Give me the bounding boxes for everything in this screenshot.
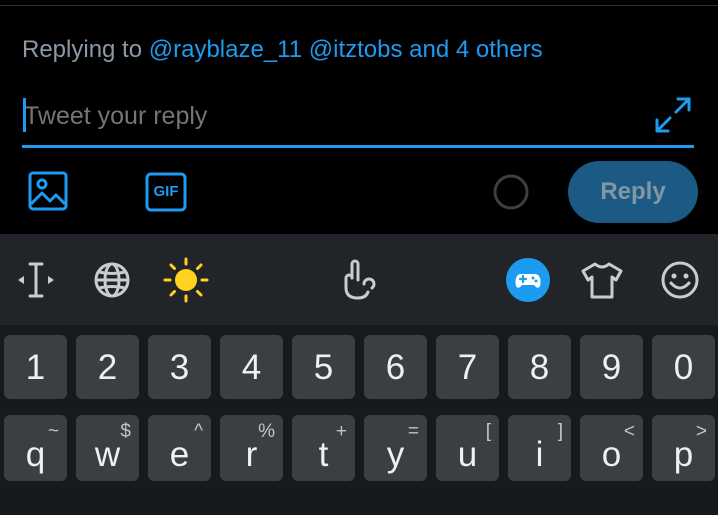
key-9[interactable]: 9 xyxy=(580,335,643,399)
tweet-reply-input[interactable] xyxy=(22,94,642,138)
key-i[interactable]: ] i xyxy=(508,415,571,481)
key-4[interactable]: 4 xyxy=(220,335,283,399)
key-label: 1 xyxy=(25,348,46,387)
expand-icon[interactable] xyxy=(654,96,692,134)
key-label: i xyxy=(535,435,544,474)
key-label: p xyxy=(673,435,694,474)
key-label: 8 xyxy=(529,348,550,387)
gesture-hand-icon[interactable] xyxy=(334,256,382,304)
input-underline xyxy=(22,145,694,148)
emoji-icon[interactable] xyxy=(656,256,704,304)
key-o[interactable]: < o xyxy=(580,415,643,481)
keyboard: 1 2 3 4 5 6 7 8 9 0 ~ q $ w ^ e % r + t = y [u… xyxy=(0,325,718,515)
key-label: t xyxy=(318,435,329,474)
gif-button[interactable]: GIF xyxy=(145,172,187,212)
key-y[interactable]: = y xyxy=(364,415,427,481)
key-label: 0 xyxy=(673,348,694,387)
key-3[interactable]: 3 xyxy=(148,335,211,399)
key-8[interactable]: 8 xyxy=(508,335,571,399)
divider xyxy=(0,5,718,6)
key-label: 2 xyxy=(97,348,118,387)
key-label: e xyxy=(169,435,190,474)
key-label: 9 xyxy=(601,348,622,387)
key-label: 6 xyxy=(385,348,406,387)
key-1[interactable]: 1 xyxy=(4,335,67,399)
keyboard-toolbar xyxy=(0,234,718,325)
key-label: y xyxy=(386,435,405,474)
key-6[interactable]: 6 xyxy=(364,335,427,399)
key-e[interactable]: ^ e xyxy=(148,415,211,481)
reply-compose-area: Replying to @rayblaze_11 @itztobs and 4 … xyxy=(0,0,718,234)
key-label: o xyxy=(601,435,622,474)
key-0[interactable]: 0 xyxy=(652,335,715,399)
key-p[interactable]: > p xyxy=(652,415,715,481)
tshirt-icon[interactable] xyxy=(578,256,626,304)
key-7[interactable]: 7 xyxy=(436,335,499,399)
key-label: q xyxy=(25,435,46,474)
replying-to-label: Replying to xyxy=(22,36,143,63)
mention-link-itztobs[interactable]: @itztobs xyxy=(309,36,403,63)
key-label: 7 xyxy=(457,348,478,387)
others-link[interactable]: and 4 others xyxy=(409,36,542,63)
key-w[interactable]: $ w xyxy=(76,415,139,481)
key-label: r xyxy=(245,435,258,474)
key-t[interactable]: + t xyxy=(292,415,355,481)
key-label: 4 xyxy=(241,348,262,387)
cursor-icon[interactable] xyxy=(12,256,60,304)
reply-button[interactable]: Reply xyxy=(568,161,698,223)
key-label: 5 xyxy=(313,348,334,387)
game-controller-icon[interactable] xyxy=(504,256,552,304)
image-media-icon[interactable] xyxy=(28,171,68,211)
gif-label: GIF xyxy=(153,183,179,200)
key-2[interactable]: 2 xyxy=(76,335,139,399)
mention-link-rayblaze[interactable]: @rayblaze_11 xyxy=(149,36,302,63)
key-label: w xyxy=(94,435,121,474)
replying-to-line: Replying to @rayblaze_11 @itztobs and 4 … xyxy=(22,36,543,64)
key-q[interactable]: ~ q xyxy=(4,415,67,481)
sun-icon[interactable] xyxy=(162,256,210,304)
key-r[interactable]: % r xyxy=(220,415,283,481)
key-label: 3 xyxy=(169,348,190,387)
text-cursor xyxy=(23,98,26,132)
character-counter-icon xyxy=(493,174,529,210)
globe-icon[interactable] xyxy=(88,256,136,304)
key-5[interactable]: 5 xyxy=(292,335,355,399)
key-label: u xyxy=(457,435,478,474)
key-u[interactable]: [u xyxy=(436,415,499,481)
